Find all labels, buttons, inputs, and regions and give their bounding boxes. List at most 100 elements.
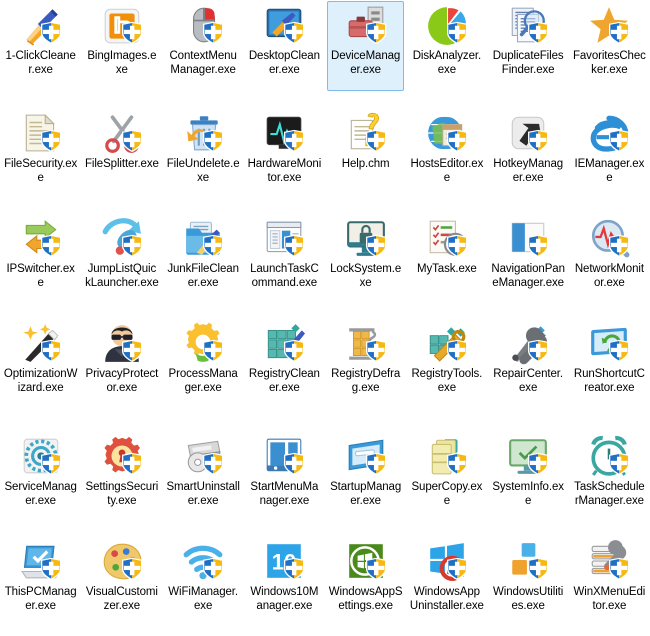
desktop-item[interactable]: RegistryCleaner.exe <box>244 318 325 431</box>
desktop-item[interactable]: ThisPCManager.exe <box>0 536 81 636</box>
desktop-item[interactable]: NavigationPaneManager.exe <box>488 213 569 318</box>
desktop-item[interactable]: DiskAnalyzer.exe <box>406 0 487 108</box>
desktop-item[interactable]: SuperCopy.exe <box>406 431 487 536</box>
desktop-item[interactable]: RegistryTools.exe <box>406 318 487 431</box>
desktop-item[interactable]: SystemInfo.exe <box>488 431 569 536</box>
blocks-clamp-icon[interactable] <box>342 321 390 365</box>
bing-logo-icon[interactable] <box>98 3 146 47</box>
desktop-item[interactable]: SmartUninstaller.exe <box>163 431 244 536</box>
desktop-item[interactable]: ServiceManager.exe <box>0 431 81 536</box>
broom-cleaner-icon[interactable] <box>17 3 65 47</box>
tiles-squares-icon[interactable] <box>504 539 552 583</box>
desktop-item[interactable]: 10Windows10Manager.exe <box>244 536 325 636</box>
desktop-item[interactable]: LaunchTaskCommand.exe <box>244 213 325 318</box>
trash-undo-icon[interactable] <box>179 111 227 155</box>
globe-file-icon[interactable] <box>423 111 471 155</box>
alarm-clock-icon[interactable] <box>585 434 633 478</box>
desktop-item[interactable]: RegistryDefrag.exe <box>325 318 406 431</box>
icon-grid[interactable]: 1-ClickCleaner.exeBingImages.exeContextM… <box>0 0 650 636</box>
desktop-item[interactable]: ProcessManager.exe <box>163 318 244 431</box>
uac-shield-icon <box>609 558 629 580</box>
copy-pages-icon[interactable] <box>423 434 471 478</box>
desktop-item[interactable]: VisualCustomizer.exe <box>81 536 162 636</box>
desktop-item[interactable]: IPSwitcher.exe <box>0 213 81 318</box>
desktop-item[interactable]: FileSplitter.exe <box>81 108 162 213</box>
registry-blocks-broom-icon[interactable] <box>260 321 308 365</box>
desktop-item[interactable]: JunkFileCleaner.exe <box>163 213 244 318</box>
pie-chart-icon[interactable] <box>423 3 471 47</box>
computer-mouse-icon[interactable] <box>179 3 227 47</box>
desktop-item[interactable]: IEManager.exe <box>569 108 650 213</box>
windows-10-tile-icon[interactable]: 10 <box>260 539 308 583</box>
desktop-item[interactable]: RepairCenter.exe <box>488 318 569 431</box>
desktop-item[interactable]: JumpListQuickLauncher.exe <box>81 213 162 318</box>
desktop-item[interactable]: HotkeyManager.exe <box>488 108 569 213</box>
gear-icon[interactable] <box>179 321 227 365</box>
blocks-wrench-icon[interactable] <box>423 321 471 365</box>
desktop-item[interactable]: WindowsUtilities.exe <box>488 536 569 636</box>
desktop-item[interactable]: SettingsSecurity.exe <box>81 431 162 536</box>
desktop-item[interactable]: ContextMenuManager.exe <box>163 0 244 108</box>
desktop-broom-icon[interactable] <box>260 3 308 47</box>
red-gear-lock-icon[interactable] <box>98 434 146 478</box>
wifi-icon[interactable] <box>179 539 227 583</box>
desktop-item[interactable]: Help.chm <box>325 108 406 213</box>
start-menu-panel-icon[interactable] <box>260 434 308 478</box>
desktop-item[interactable]: OptimizationWizard.exe <box>0 318 81 431</box>
desktop-item[interactable]: RunShortcutCreator.exe <box>569 318 650 431</box>
keyboard-arrow-icon[interactable] <box>504 111 552 155</box>
documents-magnifier-icon[interactable] <box>504 3 552 47</box>
window-panels-icon[interactable] <box>260 216 308 260</box>
cogwheel-target-icon[interactable] <box>17 434 65 478</box>
uac-shield-icon <box>41 22 61 44</box>
window-startup-icon[interactable] <box>342 434 390 478</box>
desktop-item[interactable]: DeviceManager.exe <box>325 0 406 108</box>
desktop-item[interactable]: FileSecurity.exe <box>0 108 81 213</box>
desktop-item[interactable]: BingImages.exe <box>81 0 162 108</box>
scissors-icon[interactable] <box>98 111 146 155</box>
desktop-item[interactable]: HardwareMonitor.exe <box>244 108 325 213</box>
desktop-item[interactable]: WinXMenuEditor.exe <box>569 536 650 636</box>
desktop-item[interactable]: HostsEditor.exe <box>406 108 487 213</box>
desktop-item[interactable]: StartMenuManager.exe <box>244 431 325 536</box>
heartbeat-screen-icon[interactable] <box>260 111 308 155</box>
checklist-clock-icon[interactable] <box>423 216 471 260</box>
desktop-item[interactable]: MyTask.exe <box>406 213 487 318</box>
desktop-item[interactable]: DesktopCleaner.exe <box>244 0 325 108</box>
document-page-icon[interactable] <box>17 111 65 155</box>
navigation-pane-icon[interactable] <box>504 216 552 260</box>
desktop-item[interactable]: FileUndelete.exe <box>163 108 244 213</box>
desktop-item[interactable]: DuplicateFilesFinder.exe <box>488 0 569 108</box>
desktop-item[interactable]: WindowsAppUninstaller.exe <box>406 536 487 636</box>
list-wrench-icon[interactable] <box>585 539 633 583</box>
cd-drive-icon[interactable] <box>179 434 227 478</box>
monitor-check-icon[interactable] <box>504 434 552 478</box>
spy-person-icon[interactable] <box>98 321 146 365</box>
help-question-document-icon[interactable] <box>342 111 390 155</box>
magic-wand-icon[interactable] <box>17 321 65 365</box>
laptop-check-icon[interactable] <box>17 539 65 583</box>
toolbox-server-icon[interactable] <box>342 3 390 47</box>
desktop-item[interactable]: 1-ClickCleaner.exe <box>0 0 81 108</box>
desktop-item[interactable]: WiFiManager.exe <box>163 536 244 636</box>
monitor-lock-icon[interactable] <box>342 216 390 260</box>
green-windows-badge-icon[interactable] <box>342 539 390 583</box>
folder-broom-icon[interactable] <box>179 216 227 260</box>
two-arrows-swap-icon[interactable] <box>17 216 65 260</box>
desktop-item[interactable]: StartupManager.exe <box>325 431 406 536</box>
pulse-magnifier-icon[interactable] <box>585 216 633 260</box>
desktop-item[interactable]: NetworkMonitor.exe <box>569 213 650 318</box>
curved-arrow-rocket-icon[interactable] <box>98 216 146 260</box>
paint-palette-icon[interactable] <box>98 539 146 583</box>
desktop-item[interactable]: WindowsAppSettings.exe <box>325 536 406 636</box>
desktop-item[interactable]: LockSystem.exe <box>325 213 406 318</box>
desktop-item[interactable]: FavoritesChecker.exe <box>569 0 650 108</box>
screwdriver-wrench-icon[interactable] <box>504 321 552 365</box>
desktop-item[interactable]: TaskSchedulerManager.exe <box>569 431 650 536</box>
window-refresh-icon[interactable] <box>585 321 633 365</box>
desktop-item-label: FileUndelete.exe <box>166 157 240 185</box>
star-icon[interactable] <box>585 3 633 47</box>
internet-explorer-icon[interactable] <box>585 111 633 155</box>
windows-logo-red-icon[interactable] <box>423 539 471 583</box>
desktop-item[interactable]: PrivacyProtector.exe <box>81 318 162 431</box>
